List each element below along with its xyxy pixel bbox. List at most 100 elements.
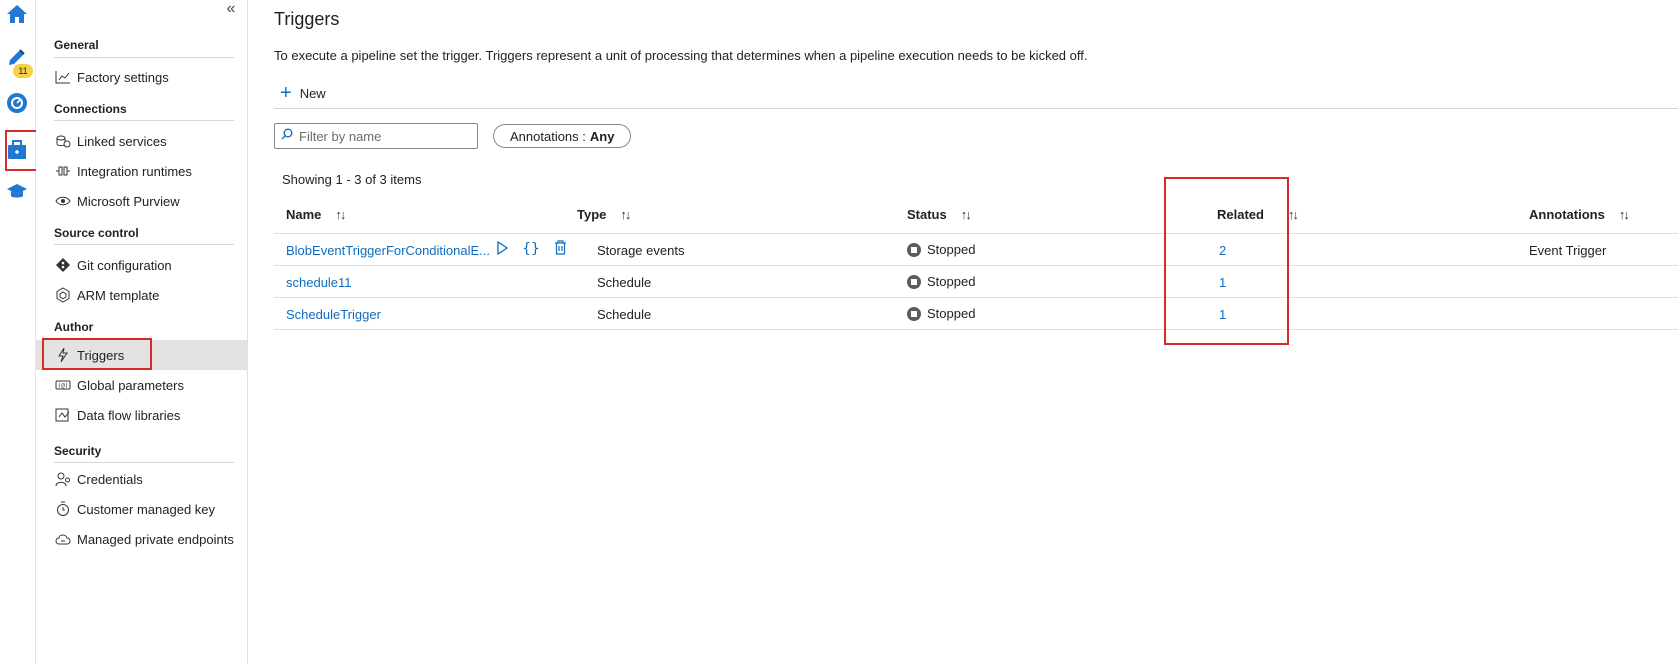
new-trigger-button[interactable]: + New <box>280 82 326 104</box>
trigger-type: Storage events <box>597 243 685 258</box>
sort-icon: ↑↓ <box>335 207 346 222</box>
column-header-label: Annotations <box>1529 207 1605 222</box>
stopped-icon <box>907 242 921 257</box>
header-divider <box>274 233 1678 234</box>
svg-text:(@): (@) <box>58 383 69 390</box>
status-label: Stopped <box>927 274 976 289</box>
svg-text:{}: {} <box>522 241 540 255</box>
stopped-icon <box>907 274 921 289</box>
nav-group-divider <box>54 244 234 245</box>
highlight-related-column <box>1164 177 1289 345</box>
trigger-name-link[interactable]: BlobEventTriggerForConditionalE... <box>286 243 490 258</box>
eye-icon <box>54 193 72 209</box>
search-icon <box>281 127 293 145</box>
nav-item-linked-services[interactable]: Linked services <box>36 126 248 156</box>
library-icon <box>54 407 72 423</box>
annotations-filter-value: Any <box>589 128 615 144</box>
annotations-filter-pill[interactable]: Annotations : Any <box>493 124 632 148</box>
nav-item-label: ARM template <box>77 287 160 303</box>
row-divider <box>274 297 1678 298</box>
nav-group-divider <box>54 120 234 121</box>
trigger-name-link[interactable]: ScheduleTrigger <box>286 307 381 322</box>
nav-item-label: Factory settings <box>77 69 169 85</box>
row-divider <box>274 265 1678 266</box>
nav-group-connections: Connections <box>54 102 127 116</box>
home-icon[interactable] <box>3 0 31 28</box>
nav-group-divider <box>54 462 234 463</box>
key-icon <box>54 501 72 517</box>
column-header-name[interactable]: Name ↑↓ <box>286 207 346 222</box>
manage-nav: « General Factory settings Connections L… <box>36 0 248 664</box>
nav-item-arm-template[interactable]: ARM template <box>36 280 248 310</box>
nav-item-label: Linked services <box>77 133 167 149</box>
filter-by-name-input[interactable] <box>299 128 469 144</box>
filter-box <box>274 123 478 149</box>
trigger-type: Schedule <box>597 307 652 322</box>
column-header-label: Type <box>577 207 607 222</box>
column-header-type[interactable]: Type ↑↓ <box>577 207 631 222</box>
trigger-status: Stopped <box>907 306 975 321</box>
nav-item-data-flow-libraries[interactable]: Data flow libraries <box>36 400 248 430</box>
nav-item-label: Credentials <box>77 471 143 487</box>
nav-item-managed-private-endpoints[interactable]: Managed private endpoints <box>36 524 248 554</box>
item-count: Showing 1 - 3 of 3 items <box>282 172 422 187</box>
nav-item-credentials[interactable]: Credentials <box>36 464 248 494</box>
app-window: 11 « General Factory settings Connection… <box>0 0 1678 664</box>
nav-item-global-parameters[interactable]: (@) Global parameters <box>36 370 248 400</box>
nav-item-label: Managed private endpoints <box>77 531 234 547</box>
trigger-annotations: Event Trigger <box>1529 243 1607 258</box>
nav-item-label: Customer managed key <box>77 501 216 517</box>
nav-item-integration-runtimes[interactable]: Integration runtimes <box>36 156 248 186</box>
toolbar-divider <box>274 108 1678 109</box>
nav-item-label: Data flow libraries <box>77 407 181 423</box>
column-header-label: Name <box>286 207 322 222</box>
row-divider <box>274 329 1678 330</box>
pending-changes-badge: 11 <box>13 64 33 78</box>
nav-item-label: Integration runtimes <box>77 163 192 179</box>
sort-icon: ↑↓ <box>620 207 631 222</box>
row-actions: {} <box>496 240 581 255</box>
cloud-endpoint-icon <box>54 531 72 547</box>
nav-group-general: General <box>54 38 99 52</box>
nav-item-label: Global parameters <box>77 377 184 393</box>
nav-item-git-configuration[interactable]: Git configuration <box>36 250 248 280</box>
column-header-label: Status <box>907 207 947 222</box>
trigger-status: Stopped <box>907 274 975 289</box>
nav-group-author: Author <box>54 320 94 334</box>
status-label: Stopped <box>927 306 976 321</box>
linked-services-icon <box>54 133 72 149</box>
monitor-icon[interactable] <box>3 89 31 117</box>
main-content: Triggers To execute a pipeline set the t… <box>248 0 1678 664</box>
column-header-status[interactable]: Status ↑↓ <box>907 207 972 222</box>
run-trigger-icon[interactable] <box>496 240 508 255</box>
nav-item-microsoft-purview[interactable]: Microsoft Purview <box>36 186 248 216</box>
nav-item-label: Git configuration <box>77 257 172 273</box>
nav-group-security: Security <box>54 444 102 458</box>
highlight-triggers <box>42 338 152 370</box>
parameters-icon: (@) <box>54 377 72 393</box>
credentials-icon <box>54 471 72 487</box>
arm-template-icon <box>54 287 72 303</box>
sort-icon: ↑↓ <box>1618 207 1630 222</box>
nav-item-factory-settings[interactable]: Factory settings <box>36 62 248 92</box>
status-label: Stopped <box>927 242 976 257</box>
git-icon <box>54 257 72 273</box>
code-braces-icon[interactable]: {} <box>522 241 540 255</box>
collapse-nav-icon[interactable]: « <box>223 1 239 18</box>
sort-icon: ↑↓ <box>960 207 972 222</box>
nav-group-divider <box>54 57 234 58</box>
sort-icon: ↑↓ <box>1287 207 1299 222</box>
nav-item-label: Microsoft Purview <box>77 193 180 209</box>
learning-hat-icon[interactable] <box>3 178 31 206</box>
plus-icon: + <box>280 82 292 104</box>
nav-group-source-control: Source control <box>54 226 139 240</box>
trigger-status: Stopped <box>907 242 975 257</box>
nav-item-customer-managed-key[interactable]: Customer managed key <box>36 494 248 524</box>
page-description: To execute a pipeline set the trigger. T… <box>274 48 1088 63</box>
annotations-filter-label: Annotations : <box>510 128 586 144</box>
trigger-name-link[interactable]: schedule11 <box>286 275 352 290</box>
column-header-annotations[interactable]: Annotations ↑↓ <box>1529 207 1630 222</box>
icon-rail: 11 <box>0 0 43 664</box>
delete-icon[interactable] <box>554 240 567 255</box>
new-trigger-label: New <box>299 85 326 101</box>
